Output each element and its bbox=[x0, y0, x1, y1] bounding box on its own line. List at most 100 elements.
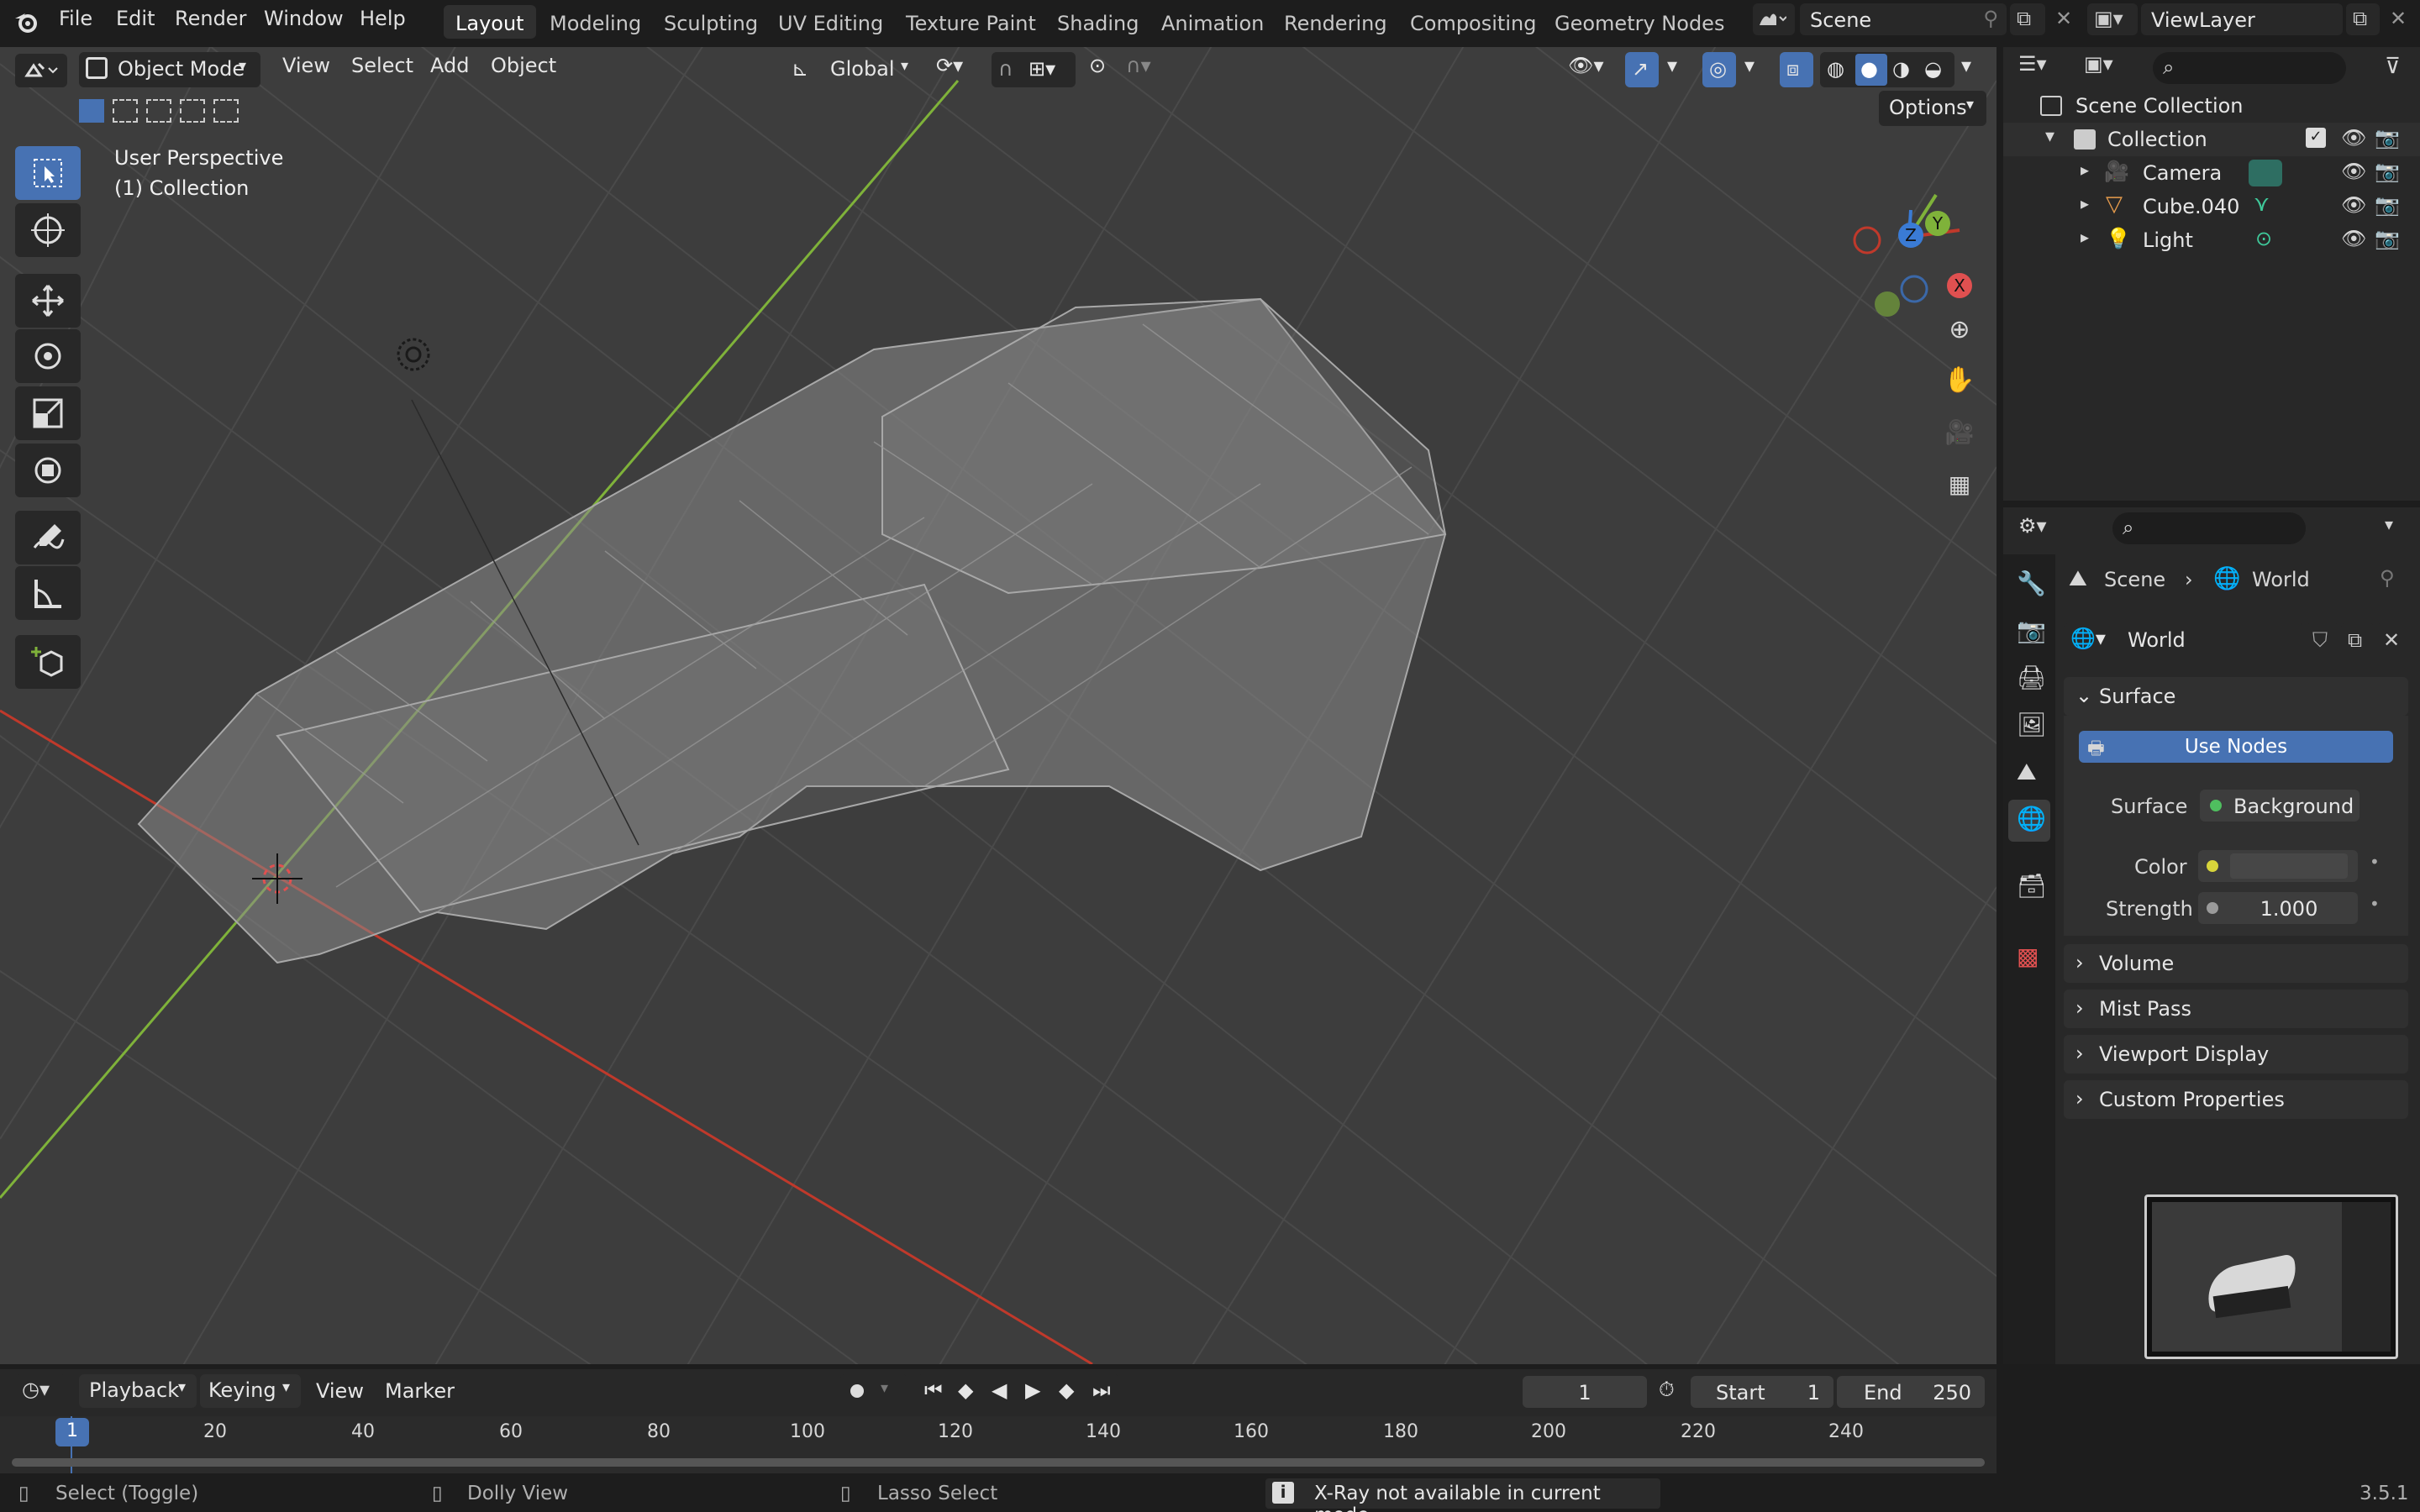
outliner-item-camera[interactable]: ▸ 🎥 Camera 👁 📷 bbox=[2003, 156, 2420, 190]
start-frame-field[interactable]: Start 1 bbox=[1691, 1376, 1833, 1408]
viewport-display-panel-header[interactable]: › Viewport Display bbox=[2064, 1035, 2408, 1074]
screenshot-thumbnail[interactable] bbox=[2144, 1194, 2398, 1359]
cursor-tool[interactable] bbox=[15, 203, 81, 257]
tab-geometry-nodes[interactable]: Geometry Nodes bbox=[1543, 5, 1736, 39]
breadcrumb-scene[interactable]: Scene bbox=[2104, 568, 2165, 591]
camera-render-icon[interactable]: 📷 bbox=[2375, 193, 2400, 217]
end-frame-field[interactable]: End 250 bbox=[1837, 1376, 1985, 1408]
scene-browse-button[interactable] bbox=[1753, 3, 1795, 35]
jump-end-icon[interactable]: ⏭ bbox=[1092, 1378, 1111, 1402]
viewlayer-browse-button[interactable]: ▣▾ bbox=[2087, 3, 2138, 35]
gizmo-toggle[interactable]: ↗ bbox=[1625, 52, 1659, 87]
playback-menu[interactable]: Playback ▾ bbox=[79, 1374, 197, 1408]
pin-icon[interactable]: ⚲ bbox=[2380, 566, 2395, 590]
menu-view[interactable]: View bbox=[282, 54, 330, 77]
pan-view-button[interactable]: ✋ bbox=[1938, 358, 1981, 402]
camera-render-icon[interactable]: 📷 bbox=[2375, 126, 2400, 150]
transform-tool[interactable] bbox=[15, 444, 81, 497]
menu-help[interactable]: Help bbox=[360, 7, 406, 30]
shading-dropdown-icon[interactable]: ▾ bbox=[1961, 54, 1971, 77]
select-intersect-icon[interactable] bbox=[213, 99, 239, 123]
rendered-shading-icon[interactable]: ◒ bbox=[1924, 57, 1942, 81]
new-world-button[interactable]: ⧉ bbox=[2341, 623, 2375, 655]
keyframe-dot-icon[interactable]: • bbox=[2370, 852, 2380, 872]
overlay-dropdown-icon[interactable]: ▾ bbox=[1744, 54, 1754, 77]
keyframe-dot-icon[interactable]: • bbox=[2370, 894, 2380, 914]
delete-viewlayer-button[interactable]: ✕ bbox=[2383, 3, 2417, 35]
select-subtract-icon[interactable] bbox=[146, 99, 171, 123]
prev-keyframe-icon[interactable]: ◆ bbox=[958, 1378, 973, 1402]
timeline-menu-marker[interactable]: Marker bbox=[385, 1379, 455, 1403]
output-tab-icon[interactable]: 🖨 bbox=[2017, 664, 2047, 691]
delete-scene-button[interactable]: ✕ bbox=[2049, 3, 2082, 35]
navigation-gizmo[interactable]: Z Y X bbox=[1840, 156, 1975, 324]
select-new-icon[interactable] bbox=[79, 99, 104, 123]
collapse-arrow-icon[interactable]: ▾ bbox=[2045, 126, 2054, 147]
zoom-view-button[interactable]: ⊕ bbox=[1938, 307, 1981, 351]
timeline-scrollbar[interactable] bbox=[12, 1458, 1985, 1467]
material-shading-icon[interactable]: ◑ bbox=[1892, 57, 1910, 81]
playhead-frame[interactable]: 1 bbox=[55, 1418, 89, 1446]
snap-toggle[interactable]: ∩ ⊞▾ bbox=[992, 52, 1076, 87]
camera-render-icon[interactable]: 📷 bbox=[2375, 227, 2400, 250]
outliner-item-cube[interactable]: ▸ ▽ Cube.040 ⋎ 👁 📷 bbox=[2003, 190, 2420, 223]
neg-z-handle[interactable] bbox=[1900, 275, 1928, 303]
editor-type-button[interactable] bbox=[15, 54, 67, 87]
preview-range-icon[interactable]: ⏱ bbox=[1659, 1378, 1675, 1401]
scene-tab-icon[interactable]: ⛰ bbox=[2017, 758, 2037, 786]
tab-shading[interactable]: Shading bbox=[1045, 5, 1151, 39]
scene-collection-row[interactable]: Scene Collection bbox=[2003, 89, 2420, 123]
select-invert-icon[interactable] bbox=[180, 99, 205, 123]
select-extend-icon[interactable] bbox=[113, 99, 138, 123]
pin-icon[interactable]: ⚲ bbox=[1983, 7, 1998, 30]
neg-x-handle[interactable] bbox=[1853, 226, 1881, 255]
visibility-icon[interactable]: 👁▾ bbox=[1568, 54, 1604, 77]
view-layer-tab-icon[interactable]: 🖼 bbox=[2017, 711, 2047, 738]
jump-start-icon[interactable]: ⏮ bbox=[924, 1378, 943, 1402]
color-field[interactable] bbox=[2198, 850, 2358, 882]
mode-dropdown[interactable]: Object Mode ▾ bbox=[79, 52, 260, 87]
viewlayer-field[interactable]: ViewLayer bbox=[2141, 3, 2343, 35]
surface-shader-field[interactable]: Background bbox=[2200, 790, 2360, 822]
tab-sculpting[interactable]: Sculpting bbox=[652, 5, 770, 39]
overlay-toggle[interactable]: ◎ bbox=[1702, 52, 1736, 87]
display-mode-dropdown[interactable]: ▣▾ bbox=[2084, 52, 2139, 86]
strength-field[interactable]: 1.000 bbox=[2198, 892, 2358, 924]
solid-shading-icon[interactable]: ● bbox=[1860, 57, 1878, 81]
outliner-editor-type[interactable]: ☰▾ bbox=[2018, 52, 2069, 86]
keying-menu[interactable]: Keying ▾ bbox=[200, 1374, 301, 1408]
3d-viewport[interactable]: Object Mode ▾ View Select Add Object ⊾ G… bbox=[0, 47, 1996, 1364]
new-scene-button[interactable]: ⧉ bbox=[2010, 3, 2045, 35]
menu-select[interactable]: Select bbox=[351, 54, 413, 77]
tab-compositing[interactable]: Compositing bbox=[1398, 5, 1548, 39]
tab-animation[interactable]: Animation bbox=[1150, 5, 1276, 39]
fake-user-button[interactable]: ⛉ bbox=[2306, 623, 2339, 655]
blender-logo-icon[interactable] bbox=[13, 10, 39, 34]
expand-arrow-icon[interactable]: ▸ bbox=[2081, 160, 2089, 180]
gizmo-dropdown-icon[interactable]: ▾ bbox=[1667, 54, 1677, 77]
world-datablock-field[interactable]: 🌐▾ World bbox=[2064, 623, 2304, 655]
perspective-toggle-button[interactable]: ▦ bbox=[1938, 462, 1981, 506]
filter-icon[interactable]: ⊽ bbox=[2385, 54, 2401, 79]
world-tab-icon[interactable]: 🌐 bbox=[2017, 805, 2046, 832]
collection-row[interactable]: ▾ Collection ✓ 👁 📷 bbox=[2003, 123, 2420, 156]
breadcrumb-world[interactable]: World bbox=[2252, 568, 2310, 591]
use-nodes-button[interactable]: 🖶 Use Nodes bbox=[2079, 731, 2393, 763]
transform-orientation-dropdown[interactable]: ⊾ Global ▾ bbox=[788, 52, 919, 87]
tool-tab-icon[interactable]: 🔧 bbox=[2017, 570, 2046, 597]
voxel-mesh[interactable] bbox=[137, 297, 1447, 964]
play-reverse-icon[interactable]: ◀ bbox=[992, 1378, 1007, 1402]
pivot-point-icon[interactable]: ⟳▾ bbox=[936, 54, 963, 77]
xray-toggle[interactable]: ⧈ bbox=[1780, 52, 1813, 87]
menu-add[interactable]: Add bbox=[430, 54, 469, 77]
tab-texture-paint[interactable]: Texture Paint bbox=[894, 5, 1048, 39]
annotate-tool[interactable] bbox=[15, 511, 81, 564]
mesh-data-icon[interactable]: ⋎ bbox=[2254, 192, 2270, 217]
light-icon[interactable] bbox=[397, 338, 430, 371]
frame-ruler[interactable]: 1 20 40 60 80 100 120 140 160 180 200 22… bbox=[0, 1416, 1996, 1473]
unlink-world-button[interactable]: ✕ bbox=[2376, 623, 2410, 655]
auto-keying-toggle[interactable]: ▾ bbox=[840, 1374, 908, 1408]
eye-icon[interactable]: 👁 bbox=[2341, 227, 2366, 250]
tab-rendering[interactable]: Rendering bbox=[1272, 5, 1399, 39]
tab-layout[interactable]: Layout bbox=[444, 5, 536, 39]
